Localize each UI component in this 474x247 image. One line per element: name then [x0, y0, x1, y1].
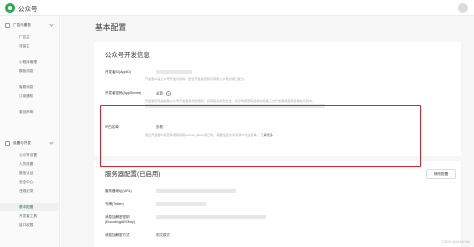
appid-value	[156, 70, 192, 75]
panel-title: 公众号开发信息	[105, 52, 150, 59]
sidebar-item[interactable]: 原创声明	[0, 108, 60, 116]
sidebar: 广告与服务 广告主 流量主 小程序管理 模板消息 客服消息 订阅通知 原创声明 …	[0, 16, 60, 247]
sidebar-item[interactable]: 流量主	[0, 42, 60, 50]
sidebar-item[interactable]: 违规记录	[0, 187, 60, 195]
sidebar-item[interactable]: 广告主	[0, 33, 60, 41]
top-bar: 公众号	[0, 0, 474, 16]
modify-config-button[interactable]: 修改配置	[426, 169, 456, 179]
encrypt-mode-value: 明文模式	[156, 233, 170, 237]
sidebar-item[interactable]: 公众号设置	[0, 151, 60, 159]
appsecret-desc: 开发者密码是校验公众号开发者身份的密码，具有极高的安全性。切记勿把密码直接交给第…	[145, 99, 316, 103]
sidebar-item[interactable]: 人员设置	[0, 160, 60, 168]
sidebar-item[interactable]: 安全中心	[0, 178, 60, 186]
chevron-down-icon	[49, 22, 54, 27]
avatar[interactable]	[458, 3, 468, 13]
app-title: 公众号	[18, 6, 38, 13]
sidebar-group-ads[interactable]: 广告与服务	[0, 20, 60, 30]
ads-icon	[5, 22, 10, 28]
app-logo[interactable]: 公众号	[5, 3, 38, 13]
appid-desc: 开发者ID是公众号开发识别码，配合开发者密码可调用公众号的接口能力。	[145, 77, 248, 81]
sidebar-item-basic-config[interactable]: 基本配置	[0, 203, 60, 211]
sidebar-item[interactable]: 开发者工具	[0, 212, 60, 220]
sidebar-item[interactable]: 接口权限	[0, 221, 60, 229]
wechat-logo-icon	[5, 3, 15, 13]
sidebar-item[interactable]: 客服消息	[0, 83, 60, 91]
help-icon[interactable]: ?	[165, 91, 171, 96]
server-config-panel: 服务器配置(已启用) 修改配置 服务器地址(URL) 令牌(Token) 消息加…	[94, 161, 461, 247]
highlight-box	[100, 105, 421, 167]
page-title: 基本配置	[95, 23, 127, 32]
settings-icon	[5, 140, 10, 146]
panel-title: 服务器配置(已启用)	[105, 171, 161, 178]
sidebar-group-settings[interactable]: 设置与开发	[0, 138, 60, 148]
sidebar-item[interactable]: 小程序管理	[0, 58, 60, 66]
chevron-down-icon	[49, 140, 54, 145]
sidebar-item[interactable]: 微信认证	[0, 169, 60, 177]
watermark: CSDN @Abbie.Mu	[441, 240, 470, 244]
sidebar-item[interactable]: 模板消息	[0, 67, 60, 75]
reset-secret-link[interactable]: 重置	[156, 91, 163, 95]
sidebar-item[interactable]: 订阅通知	[0, 92, 60, 100]
